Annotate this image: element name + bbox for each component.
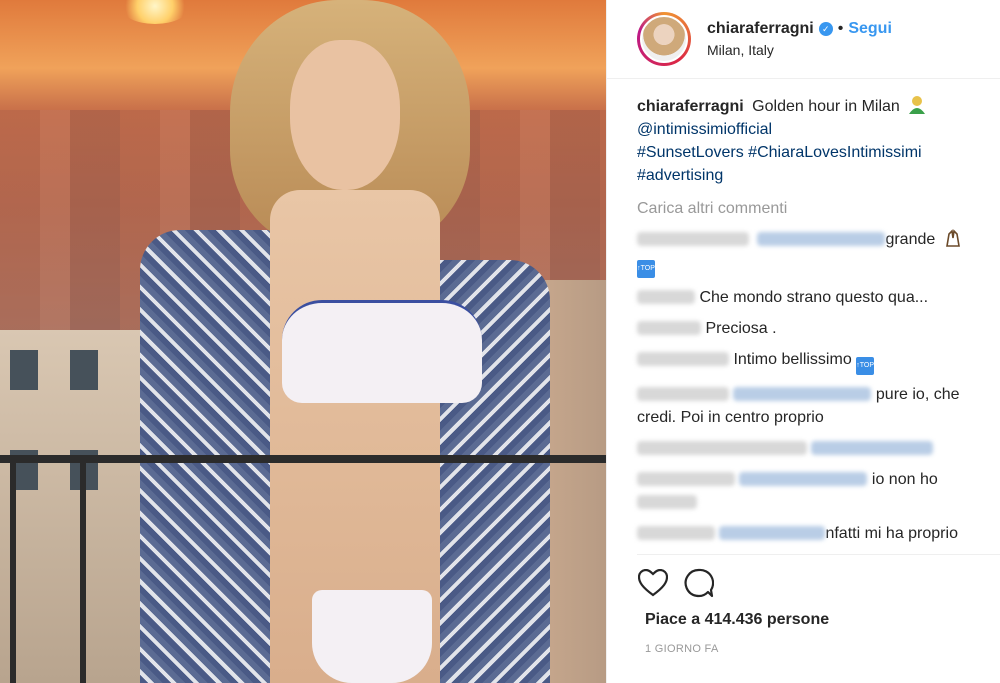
comment-item	[637, 437, 987, 460]
rail-post	[80, 455, 86, 683]
post-sidebar: chiaraferragni ✓ • Segui Milan, Italy ch…	[606, 0, 1000, 683]
comment-text: io non ho	[871, 471, 938, 488]
comment-item: nfatti mi ha proprio	[637, 522, 987, 545]
post-header: chiaraferragni ✓ • Segui Milan, Italy	[607, 0, 1000, 79]
header-info: chiaraferragni ✓ • Segui Milan, Italy	[707, 20, 892, 58]
blurred-username	[637, 232, 749, 246]
blurred-mention	[811, 441, 934, 455]
blurred-username	[637, 290, 695, 304]
rail-post	[10, 455, 16, 683]
lingerie-bottom	[312, 590, 432, 683]
window	[70, 350, 98, 390]
post-timestamp[interactable]: 1 GIORNO FA	[645, 643, 719, 655]
caption-hashtags[interactable]: #SunsetLovers #ChiaraLovesIntimissimi #a…	[637, 144, 922, 184]
separator-dot: •	[837, 20, 844, 37]
blurred-username	[637, 387, 729, 401]
action-bar	[637, 554, 1000, 617]
post-photo[interactable]	[0, 0, 606, 683]
comments-section: chiaraferragni Golden hour in Milan @int…	[637, 94, 987, 553]
lingerie-top	[282, 300, 482, 403]
hands-emoji-icon	[945, 229, 960, 247]
comment-text: Che mondo strano questo qua...	[699, 289, 929, 306]
comment-text: grande	[885, 231, 936, 248]
verified-badge-icon: ✓	[818, 22, 833, 36]
top-badge-icon: ↑TOP	[637, 260, 655, 278]
blurred-text	[637, 495, 697, 509]
comment-item: Preciosa .	[637, 317, 987, 340]
likes-count[interactable]: Piace a 414.436 persone	[645, 611, 829, 629]
blurred-username	[637, 352, 729, 366]
comment-item: grande ↑TOP	[637, 228, 987, 278]
heart-icon	[638, 569, 668, 597]
comment-item: Che mondo strano questo qua...	[637, 286, 987, 309]
action-icons	[637, 567, 1000, 599]
comment-button[interactable]	[683, 567, 715, 599]
like-button[interactable]	[637, 567, 669, 599]
blurred-username	[637, 472, 735, 486]
comment-text: Preciosa .	[705, 320, 777, 337]
username-link[interactable]: chiaraferragni	[707, 20, 814, 38]
avatar[interactable]	[640, 15, 688, 63]
person-emoji-icon	[909, 96, 926, 114]
comment-item: pure io, che credi. Poi in centro propri…	[637, 383, 987, 429]
header-name-row: chiaraferragni ✓ • Segui	[707, 20, 892, 38]
blurred-username	[637, 526, 715, 540]
balcony-rail	[0, 455, 606, 463]
comment-item: Intimo bellissimo ↑TOP	[637, 348, 987, 375]
top-badge-icon: ↑TOP	[856, 357, 875, 375]
caption-username[interactable]: chiaraferragni	[637, 98, 744, 115]
blurred-mention	[739, 472, 868, 486]
instagram-post: chiaraferragni ✓ • Segui Milan, Italy ch…	[0, 0, 1000, 683]
caption-text: Golden hour in Milan	[752, 98, 900, 115]
location-link[interactable]: Milan, Italy	[707, 42, 892, 58]
follow-button[interactable]: Segui	[848, 20, 892, 38]
comment-text: nfatti mi ha proprio	[825, 525, 958, 542]
blurred-mention	[757, 232, 886, 246]
avatar-story-ring[interactable]	[637, 12, 691, 66]
blurred-username	[637, 321, 701, 335]
caption-mention[interactable]: @intimissimiofficial	[637, 121, 772, 138]
blurred-username	[637, 441, 807, 455]
comment-text: Intimo bellissimo	[733, 351, 852, 368]
window	[10, 350, 38, 390]
load-more-comments[interactable]: Carica altri commenti	[637, 197, 987, 220]
blurred-mention	[719, 526, 826, 540]
person	[140, 0, 560, 683]
face	[290, 40, 400, 190]
blurred-mention	[733, 387, 872, 401]
comment-item: io non ho	[637, 468, 987, 514]
comment-icon	[684, 568, 714, 598]
caption: chiaraferragni Golden hour in Milan @int…	[637, 94, 987, 187]
